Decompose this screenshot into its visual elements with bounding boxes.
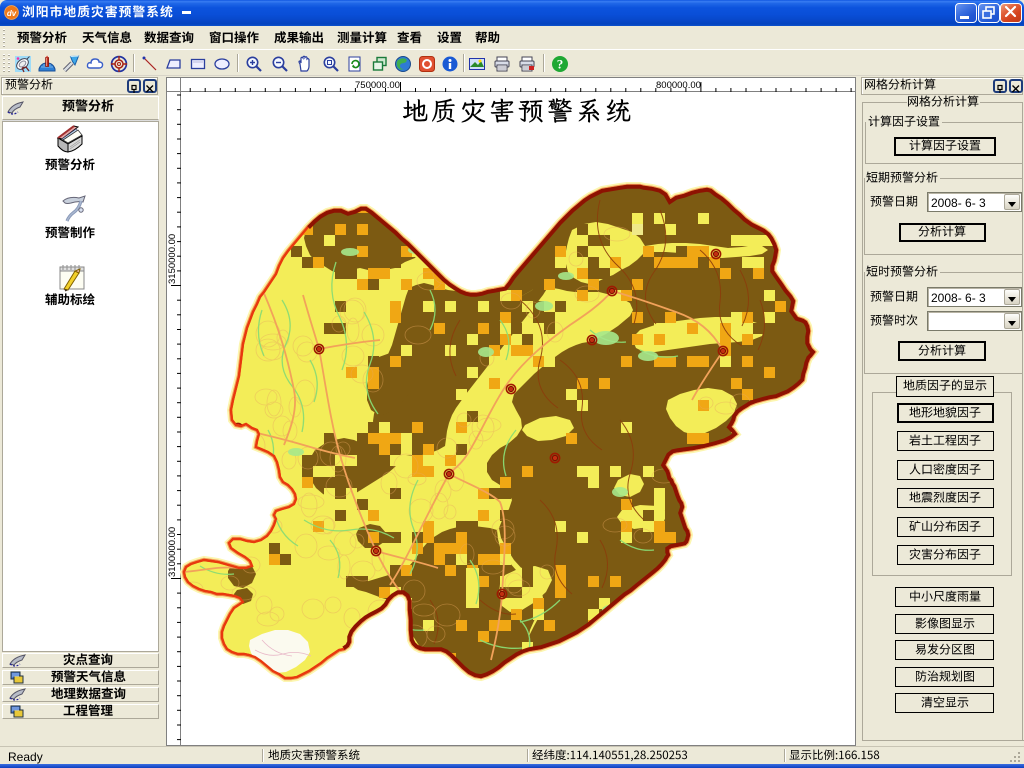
svg-text:?: ? (557, 57, 564, 72)
svg-text:dv: dv (7, 9, 17, 18)
